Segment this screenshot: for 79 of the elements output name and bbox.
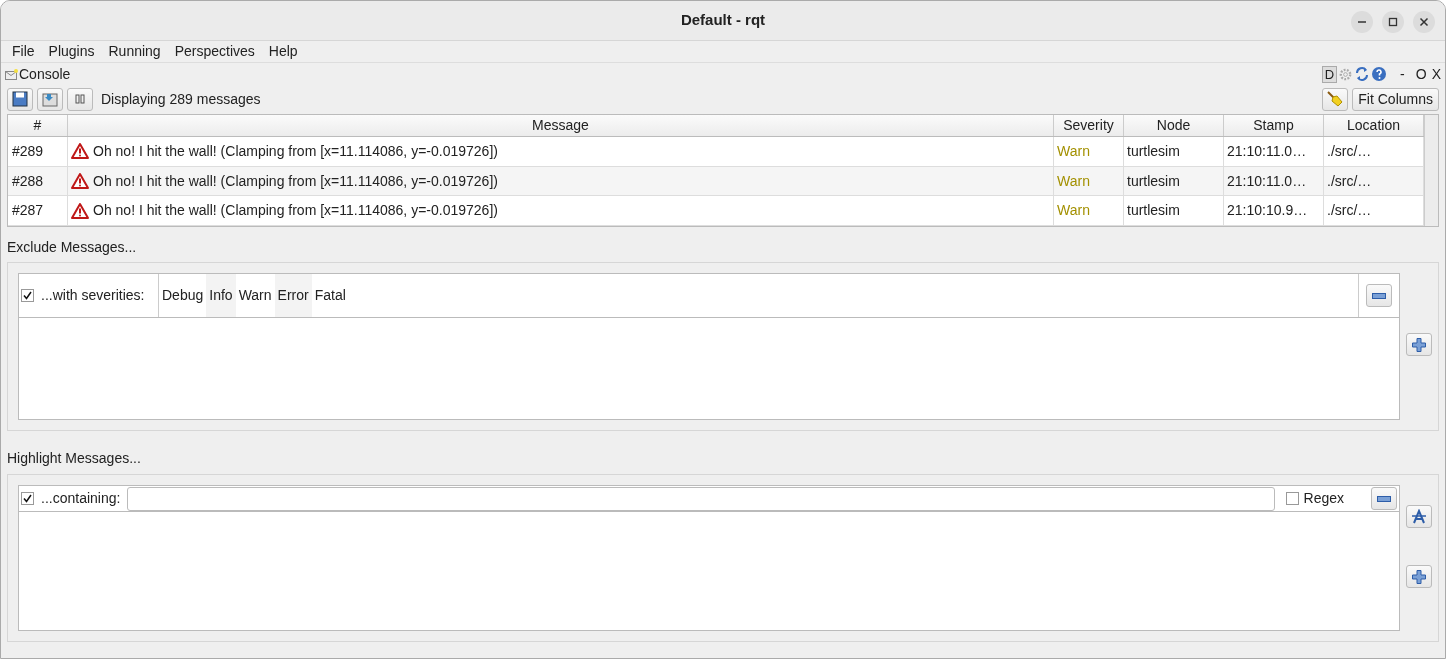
table-row[interactable]: #288 Oh no! I hit the wall! (Clamping from [x=11.114086, y=-0.019726]) Warn turtlesim 21:10:11.0… ./src/…: [8, 166, 1424, 197]
severity-item[interactable]: Warn: [235, 274, 275, 317]
menu-item[interactable]: Plugins: [48, 41, 95, 62]
plus-icon: [1412, 569, 1426, 584]
severity-item[interactable]: Fatal: [311, 274, 349, 317]
table-cell-text: Oh no! I hit the wall! (Clamping from [x=11.114086, y=-0.019726]): [93, 201, 498, 221]
text-field[interactable]: [127, 486, 1275, 511]
load-button[interactable]: [37, 87, 63, 111]
save-button[interactable]: [7, 87, 33, 111]
table-cell-text: Oh no! I hit the wall! (Clamping from [x=11.114086, y=-0.019726]): [93, 171, 498, 191]
maximize-icon: [1388, 17, 1398, 27]
menu-item[interactable]: Perspectives: [174, 41, 255, 62]
maximize-button[interactable]: [1382, 11, 1404, 33]
checkbox[interactable]: [21, 492, 34, 505]
checkbox[interactable]: [21, 289, 34, 302]
table-row[interactable]: #287 Oh no! I hit the wall! (Clamping from [x=11.114086, y=-0.019726]) Warn turtlesim 21:10:10.9… ./src/…: [8, 196, 1424, 226]
section-title: Exclude Messages...: [7, 238, 138, 257]
remove-button[interactable]: [1371, 487, 1397, 510]
table-cell: #287: [8, 196, 68, 225]
table-cell: 21:10:11.0…: [1224, 137, 1324, 166]
column-header[interactable]: Message: [68, 115, 1054, 136]
minus-icon: [1372, 292, 1386, 299]
severity-item[interactable]: Error: [274, 274, 312, 317]
severity-item[interactable]: Debug: [159, 274, 207, 317]
checkbox[interactable]: [1285, 492, 1299, 505]
scrollbar[interactable]: [1424, 115, 1438, 226]
refresh-icon[interactable]: [1354, 66, 1371, 82]
warning-icon: [71, 143, 89, 160]
filter-label: ...with severities:: [41, 286, 145, 305]
column-header[interactable]: Severity: [1054, 115, 1124, 136]
checkbox-label: Regex: [1303, 489, 1344, 508]
menu-item[interactable]: Help: [268, 41, 298, 62]
table-cell: #289: [8, 137, 68, 166]
plugin-title: Console: [19, 64, 71, 84]
section-title: Highlight Messages...: [7, 449, 142, 468]
warning-icon: [71, 173, 89, 189]
table-cell-text: Oh no! I hit the wall! (Clamping from [x=11.114086, y=-0.019726]): [93, 141, 498, 161]
table-cell: Warn: [1054, 137, 1124, 166]
dock-control[interactable]: O: [1415, 63, 1427, 85]
help-icon[interactable]: [1371, 66, 1388, 82]
plugin-letter-button[interactable]: D: [1321, 65, 1338, 83]
table-cell: 21:10:10.9…: [1224, 196, 1324, 225]
envelope-icon: [5, 68, 18, 80]
minus-icon: [1377, 495, 1391, 502]
filter-label: ...containing:: [41, 489, 121, 508]
table-cell: #288: [8, 166, 68, 196]
broom-icon: [1326, 90, 1345, 108]
pause-icon: [75, 94, 85, 104]
table-row[interactable]: #289 Oh no! I hit the wall! (Clamping from [x=11.114086, y=-0.019726]) Warn turtlesim 21:10:11.0… ./src/…: [8, 137, 1424, 167]
save-icon: [12, 91, 28, 107]
strikethrough-icon: [1411, 508, 1427, 525]
close-icon: [1419, 17, 1429, 27]
severity-item[interactable]: Info: [206, 274, 236, 317]
window-title: Default - rqt: [680, 10, 766, 31]
column-header[interactable]: Stamp: [1224, 115, 1324, 136]
menu-item[interactable]: Running: [108, 41, 161, 62]
table-cell: turtlesim: [1124, 196, 1224, 225]
message-count: Displaying 289 messages: [101, 89, 261, 109]
table-cell: turtlesim: [1124, 166, 1224, 196]
column-header[interactable]: #: [8, 115, 68, 136]
remove-button[interactable]: [1366, 284, 1392, 307]
menu-item[interactable]: File: [12, 41, 35, 62]
clear-button[interactable]: [1322, 87, 1349, 111]
close-button[interactable]: [1413, 11, 1435, 33]
dock-control[interactable]: -: [1400, 63, 1405, 85]
table-cell: Warn: [1054, 166, 1124, 196]
add-button[interactable]: [1406, 333, 1432, 356]
table-cell: turtlesim: [1124, 137, 1224, 166]
fit-columns-button[interactable]: Fit Columns: [1352, 87, 1439, 111]
table-cell: 21:10:11.0…: [1224, 166, 1324, 196]
minimize-button[interactable]: [1351, 11, 1373, 33]
plus-icon: [1412, 337, 1426, 352]
add-button[interactable]: [1406, 565, 1432, 588]
load-icon: [42, 91, 58, 107]
column-header[interactable]: Node: [1124, 115, 1224, 136]
warning-icon: [71, 202, 89, 219]
strikethrough-button[interactable]: [1406, 505, 1432, 528]
table-cell: Warn: [1054, 196, 1124, 225]
dock-control[interactable]: X: [1431, 63, 1441, 85]
